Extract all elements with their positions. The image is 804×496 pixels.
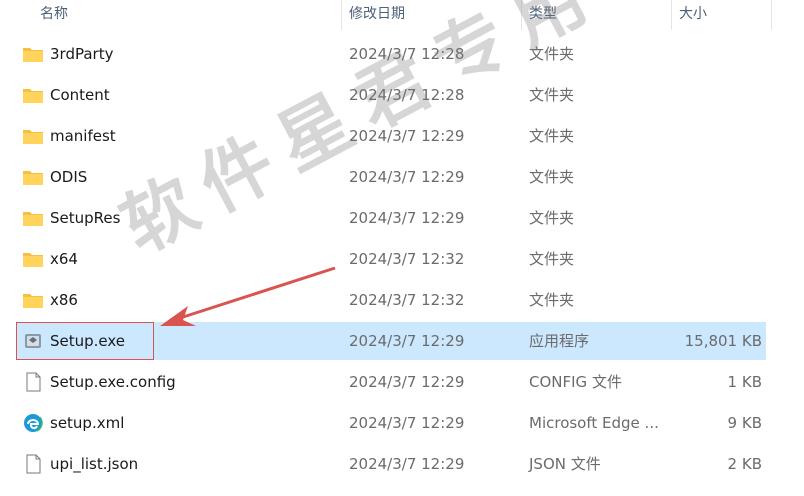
folder-icon: [22, 208, 44, 228]
file-name: Content: [50, 86, 110, 104]
file-date: 2024/3/7 12:28: [349, 86, 465, 104]
file-row[interactable]: ODIS 2024/3/7 12:29 文件夹: [16, 158, 766, 196]
file-name: x64: [50, 250, 78, 268]
folder-icon: [22, 249, 44, 269]
file-row[interactable]: upi_list.json 2024/3/7 12:29 JSON 文件 2 KB: [16, 445, 766, 483]
column-header: ⌃ 名称 修改日期 类型 大小: [0, 0, 804, 30]
folder-icon: [22, 85, 44, 105]
folder-icon: [22, 290, 44, 310]
file-type: 文件夹: [529, 127, 575, 145]
file-row[interactable]: x64 2024/3/7 12:32 文件夹: [16, 240, 766, 278]
folder-icon: [22, 126, 44, 146]
folder-icon: [22, 167, 44, 187]
file-row[interactable]: Content 2024/3/7 12:28 文件夹: [16, 76, 766, 114]
file-type: 文件夹: [529, 209, 575, 227]
column-header-type[interactable]: 类型: [521, 0, 671, 30]
file-type: 文件夹: [529, 45, 575, 63]
annotation-highlight-box: [16, 322, 154, 360]
file-size: 15,801 KB: [684, 332, 762, 350]
column-header-name[interactable]: 名称: [32, 0, 341, 30]
file-size: 2 KB: [727, 455, 762, 473]
folder-icon: [22, 44, 44, 64]
file-icon: [22, 372, 44, 392]
file-size: 9 KB: [727, 414, 762, 432]
file-date: 2024/3/7 12:32: [349, 291, 465, 309]
file-date: 2024/3/7 12:29: [349, 127, 465, 145]
file-type: 文件夹: [529, 168, 575, 186]
file-type: CONFIG 文件: [529, 373, 622, 391]
column-header-size[interactable]: 大小: [671, 0, 771, 30]
file-row[interactable]: setup.xml 2024/3/7 12:29 Microsoft Edge ..…: [16, 404, 766, 442]
file-type: Microsoft Edge ...: [529, 414, 659, 432]
file-type: 文件夹: [529, 291, 575, 309]
file-date: 2024/3/7 12:32: [349, 250, 465, 268]
file-name: SetupRes: [50, 209, 121, 227]
file-row[interactable]: 3rdParty 2024/3/7 12:28 文件夹: [16, 35, 766, 73]
file-type: 文件夹: [529, 250, 575, 268]
file-row[interactable]: x86 2024/3/7 12:32 文件夹: [16, 281, 766, 319]
file-row[interactable]: SetupRes 2024/3/7 12:29 文件夹: [16, 199, 766, 237]
column-divider[interactable]: [771, 0, 772, 30]
file-date: 2024/3/7 12:29: [349, 209, 465, 227]
file-date: 2024/3/7 12:29: [349, 455, 465, 473]
file-type: JSON 文件: [529, 455, 601, 473]
file-date: 2024/3/7 12:29: [349, 168, 465, 186]
file-row[interactable]: manifest 2024/3/7 12:29 文件夹: [16, 117, 766, 155]
file-row[interactable]: Setup.exe.config 2024/3/7 12:29 CONFIG 文件 1…: [16, 363, 766, 401]
file-date: 2024/3/7 12:29: [349, 332, 465, 350]
file-type: 文件夹: [529, 86, 575, 104]
file-date: 2024/3/7 12:29: [349, 373, 465, 391]
file-name: x86: [50, 291, 78, 309]
file-date: 2024/3/7 12:28: [349, 45, 465, 63]
file-name: ODIS: [50, 168, 88, 186]
file-name: setup.xml: [50, 414, 125, 432]
file-type: 应用程序: [529, 332, 590, 350]
file-name: upi_list.json: [50, 455, 139, 473]
file-name: 3rdParty: [50, 45, 114, 63]
file-name: manifest: [50, 127, 116, 145]
edge-icon: [22, 413, 44, 433]
file-name: Setup.exe.config: [50, 373, 176, 391]
file-icon: [22, 454, 44, 474]
file-size: 1 KB: [727, 373, 762, 391]
column-header-date[interactable]: 修改日期: [341, 0, 521, 30]
file-date: 2024/3/7 12:29: [349, 414, 465, 432]
